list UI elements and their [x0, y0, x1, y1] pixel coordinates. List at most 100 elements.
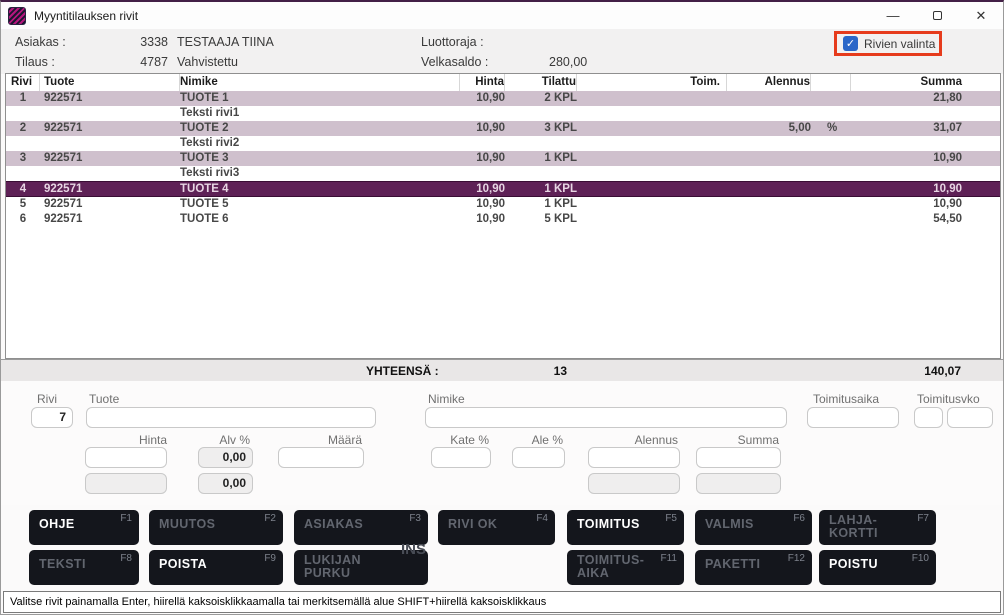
table-row[interactable]: 1 922571 TUOTE 1 10,90 2 KPL 21,80 — [6, 91, 1000, 106]
row-selection-checkbox[interactable]: ✓ — [843, 36, 858, 51]
col-header-hinta[interactable]: Hinta — [460, 74, 505, 91]
table-row[interactable]: 2 922571 TUOTE 2 10,90 3 KPL 5,00 % 31,0… — [6, 121, 1000, 136]
fkey-label: F1 — [120, 513, 132, 524]
toimitusvko-field-2[interactable] — [947, 407, 993, 428]
col-header-tilattu[interactable]: Tilattu — [505, 74, 577, 91]
order-label: Tilaus : — [15, 55, 55, 69]
cell-tuote: 922571 — [40, 121, 180, 136]
table-row[interactable]: 5 922571 TUOTE 5 10,90 1 KPL 10,90 — [6, 197, 1000, 212]
button-label: LAHJA- KORTTI — [829, 514, 928, 540]
lukijan-purku-button[interactable]: LUKIJAN PURKU INS — [294, 550, 428, 585]
cell-tilattu: 2 KPL — [505, 91, 577, 106]
table-text-row[interactable]: Teksti rivi3 — [6, 166, 1000, 181]
cell-pct — [811, 182, 851, 196]
cell-rivi — [6, 106, 40, 121]
col-header-alennus[interactable]: Alennus — [727, 74, 811, 91]
table-text-row[interactable]: Teksti rivi1 — [6, 106, 1000, 121]
debt-balance-value: 280,00 — [549, 55, 587, 69]
cell-alennus — [727, 212, 811, 227]
order-header: Asiakas : 3338 TESTAAJA TIINA Luottoraja… — [1, 29, 1003, 74]
cell-hinta: 10,90 — [460, 212, 505, 227]
col-header-summa[interactable]: Summa — [851, 74, 1000, 91]
hinta-field[interactable] — [85, 447, 167, 468]
line-edit-form: Rivi Tuote Nimike Toimitusaika Toimitusv… — [1, 381, 1003, 505]
cell-nimike: TUOTE 1 — [180, 91, 460, 106]
ale-field[interactable] — [512, 447, 565, 468]
cell-summa: 10,90 — [851, 151, 1000, 166]
cell-toim — [577, 121, 727, 136]
nimike-field[interactable] — [425, 407, 787, 428]
button-label: RIVI OK — [448, 518, 547, 531]
table-text-row[interactable]: Teksti rivi2 — [6, 136, 1000, 151]
cell-toim — [577, 212, 727, 227]
kate-label: Kate % — [431, 433, 489, 447]
maximize-button[interactable] — [915, 2, 959, 29]
cell-toim — [577, 91, 727, 106]
button-label: MUUTOS — [159, 518, 275, 531]
toimitusaika-button[interactable]: TOIMITUS- AIKA F11 — [567, 550, 684, 585]
muutos-button[interactable]: MUUTOS F2 — [149, 510, 283, 545]
ohje-button[interactable]: OHJE F1 — [29, 510, 139, 545]
cell-toim — [577, 182, 727, 196]
toimitusaika-label: Toimitusaika — [813, 392, 879, 406]
col-header-rivi[interactable]: Rivi — [6, 74, 40, 91]
alv-field[interactable]: 0,00 — [198, 447, 253, 468]
cell-nimike: TUOTE 6 — [180, 212, 460, 227]
maara-field[interactable] — [278, 447, 364, 468]
alennus-field[interactable] — [588, 447, 680, 468]
cell-rivi: 5 — [6, 197, 40, 212]
table-row-selected[interactable]: 4 922571 TUOTE 4 10,90 1 KPL 10,90 — [6, 181, 1000, 197]
tuote-field[interactable] — [86, 407, 376, 428]
fkey-label: F4 — [536, 513, 548, 524]
maximize-icon — [933, 11, 942, 20]
valmis-button[interactable]: VALMIS F6 — [695, 510, 812, 545]
button-label: ASIAKAS — [304, 518, 420, 531]
summa-field-2[interactable] — [696, 473, 781, 494]
table-row[interactable]: 3 922571 TUOTE 3 10,90 1 KPL 10,90 — [6, 151, 1000, 166]
cell-tuote — [40, 166, 180, 181]
toimitusvko-field-1[interactable] — [914, 407, 943, 428]
cell-summa: 10,90 — [851, 197, 1000, 212]
toimitusaika-field[interactable] — [807, 407, 899, 428]
col-header-pct — [811, 74, 851, 91]
toimitus-button[interactable]: TOIMITUS F5 — [567, 510, 684, 545]
col-header-toim[interactable]: Toim. — [577, 74, 727, 91]
status-bar: Valitse rivit painamalla Enter, hiirellä… — [3, 591, 1001, 613]
kate-field[interactable] — [431, 447, 491, 468]
maara-label: Määrä — [278, 433, 362, 447]
minimize-button[interactable]: — — [871, 2, 915, 29]
cell-summa: 54,50 — [851, 212, 1000, 227]
table-row[interactable]: 6 922571 TUOTE 6 10,90 5 KPL 54,50 — [6, 212, 1000, 227]
alv-field-2[interactable]: 0,00 — [198, 473, 253, 494]
fkey-label: F5 — [665, 513, 677, 524]
cell-alennus: 5,00 — [727, 121, 811, 136]
nimike-label: Nimike — [428, 392, 465, 406]
close-button[interactable]: ✕ — [959, 2, 1003, 29]
paketti-button[interactable]: PAKETTI F12 — [695, 550, 812, 585]
asiakas-button[interactable]: ASIAKAS F3 — [294, 510, 428, 545]
cell-hinta: 10,90 — [460, 151, 505, 166]
cell-hinta: 10,90 — [460, 197, 505, 212]
cell-tilattu: 1 KPL — [505, 197, 577, 212]
col-header-tuote[interactable]: Tuote — [40, 74, 180, 91]
table-header-row: Rivi Tuote Nimike Hinta Tilattu Toim. Al… — [6, 74, 1000, 91]
teksti-button[interactable]: TEKSTI F8 — [29, 550, 139, 585]
summa-field[interactable] — [696, 447, 781, 468]
poista-button[interactable]: POISTA F9 — [149, 550, 283, 585]
cell-tuote: 922571 — [40, 91, 180, 106]
lahjakortti-button[interactable]: LAHJA- KORTTI F7 — [819, 510, 936, 545]
hinta-field-2[interactable] — [85, 473, 167, 494]
cell-pct — [811, 212, 851, 227]
rivi-ok-button[interactable]: RIVI OK F4 — [438, 510, 555, 545]
titlebar: Myyntitilauksen rivit — ✕ — [1, 2, 1003, 29]
cell-rivi: 4 — [6, 182, 40, 196]
rivi-field[interactable]: 7 — [31, 407, 73, 428]
app-logo-icon — [8, 7, 26, 25]
button-label: OHJE — [39, 518, 131, 531]
cell-tilattu: 5 KPL — [505, 212, 577, 227]
col-header-nimike[interactable]: Nimike — [180, 74, 460, 91]
alennus-field-2[interactable] — [588, 473, 680, 494]
cell-alennus — [727, 182, 811, 196]
fkey-label: F10 — [912, 553, 929, 564]
poistu-button[interactable]: POISTU F10 — [819, 550, 936, 585]
